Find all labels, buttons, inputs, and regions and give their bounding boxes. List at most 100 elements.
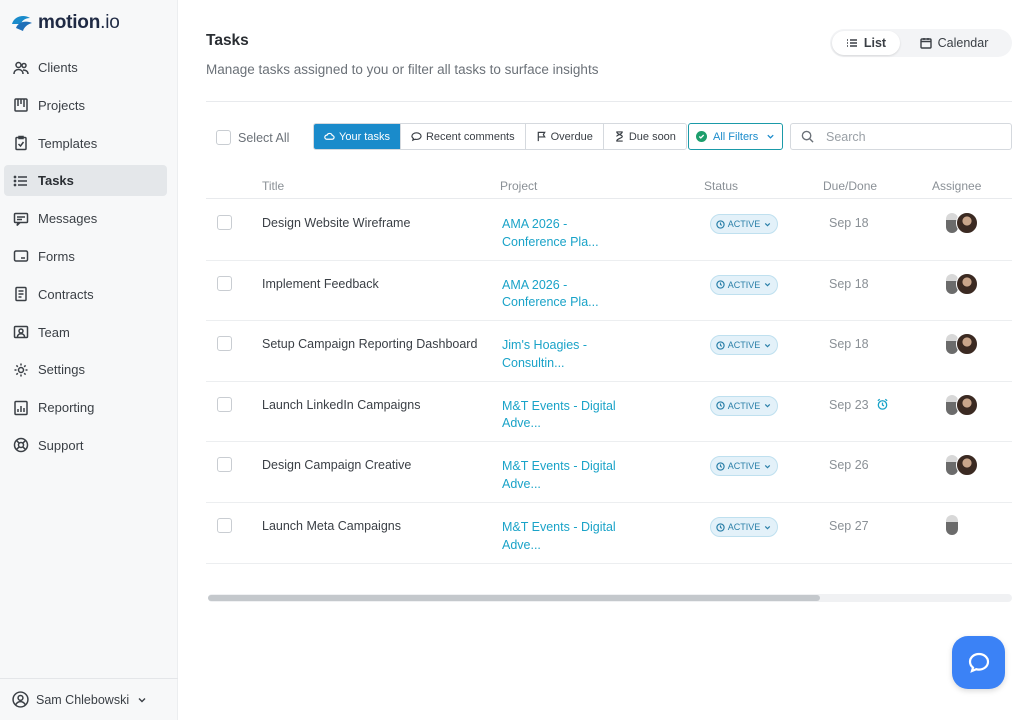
column-assignee[interactable]: Assignee: [932, 179, 981, 193]
horizontal-scrollbar[interactable]: [208, 594, 1012, 602]
sidebar-item-support[interactable]: Support: [4, 430, 167, 461]
status-badge[interactable]: ACTIVE: [710, 274, 778, 295]
sidebar-item-label: Tasks: [38, 173, 74, 189]
clipboard-icon: [12, 134, 30, 152]
column-status[interactable]: Status: [704, 179, 738, 193]
header-divider: [206, 101, 1012, 102]
assignee-avatars[interactable]: [946, 393, 978, 416]
check-circle-icon: [696, 131, 707, 142]
sidebar-item-projects[interactable]: Projects: [4, 90, 167, 121]
project-link[interactable]: Jim's Hoagies - Consultin...: [502, 337, 632, 372]
status-badge[interactable]: ACTIVE: [710, 214, 778, 234]
project-name-line: Adve...: [502, 476, 541, 491]
row-checkbox[interactable]: [217, 336, 232, 352]
chevron-down-icon: [767, 134, 774, 139]
project-link[interactable]: AMA 2026 - Conference Pla...: [502, 216, 632, 251]
row-checkbox[interactable]: [217, 518, 232, 533]
status-badge[interactable]: ACTIVE: [710, 335, 778, 356]
row-checkbox[interactable]: [217, 215, 232, 230]
assignee-avatars[interactable]: [946, 272, 978, 295]
table-row[interactable]: Setup Campaign Reporting Dashboard Jim's …: [206, 321, 1012, 382]
sidebar-item-settings[interactable]: Settings: [4, 354, 167, 385]
clock-icon: [716, 219, 725, 229]
tab-your-tasks[interactable]: Your tasks: [314, 124, 401, 149]
sidebar-item-forms[interactable]: Forms: [4, 241, 167, 272]
project-name-line: Jim's Hoagies -: [502, 338, 588, 353]
forms-icon: [12, 247, 30, 265]
tab-overdue[interactable]: Overdue: [525, 124, 604, 149]
avatar: [956, 212, 978, 234]
task-title[interactable]: Launch LinkedIn Campaigns: [262, 398, 420, 412]
project-name-line: Conference Pla...: [502, 295, 599, 310]
users-icon: [12, 59, 30, 77]
select-all-checkbox[interactable]: [216, 130, 231, 145]
avatar: [956, 454, 978, 477]
tab-recent-comments[interactable]: Recent comments: [400, 124, 526, 149]
sidebar-item-clients[interactable]: Clients: [4, 52, 167, 83]
task-title[interactable]: Design Campaign Creative: [262, 458, 411, 472]
calendar-view-button[interactable]: Calendar: [900, 31, 1008, 55]
task-title[interactable]: Setup Campaign Reporting Dashboard: [262, 337, 477, 351]
calendar-icon: [919, 38, 932, 49]
task-title[interactable]: Implement Feedback: [262, 277, 379, 291]
assignee-avatars[interactable]: [946, 212, 978, 234]
sidebar-item-label: Clients: [38, 60, 78, 75]
sidebar-nav: Clients Projects Templates Tasks Message…: [4, 52, 167, 468]
sidebar-item-contracts[interactable]: Contracts: [4, 279, 167, 310]
column-due[interactable]: Due/Done: [823, 179, 877, 193]
sidebar-item-tasks[interactable]: Tasks: [4, 165, 167, 197]
status-badge[interactable]: ACTIVE: [710, 456, 778, 477]
task-filter-tabs: Your tasks Recent comments Overdue Due s…: [313, 123, 687, 150]
alarm-clock-icon: [877, 399, 888, 411]
assignee-avatars[interactable]: [946, 454, 978, 477]
scrollbar-thumb[interactable]: [208, 595, 820, 601]
row-checkbox[interactable]: [217, 275, 232, 291]
flag-icon: [537, 131, 546, 142]
assignee-avatars[interactable]: [946, 515, 958, 535]
table-row[interactable]: Implement Feedback AMA 2026 - Conference P…: [206, 261, 1012, 322]
sidebar-item-messages[interactable]: Messages: [4, 203, 167, 234]
logo[interactable]: motion.io: [10, 12, 120, 34]
task-title[interactable]: Launch Meta Campaigns: [262, 519, 401, 533]
sidebar-item-templates[interactable]: Templates: [4, 128, 167, 159]
all-filters-dropdown[interactable]: All Filters: [688, 123, 783, 150]
tab-due-soon[interactable]: Due soon: [603, 124, 686, 149]
clock-icon: [716, 280, 725, 289]
column-project[interactable]: Project: [500, 179, 537, 193]
table-row[interactable]: Launch Meta Campaigns M&T Events - Digita…: [206, 503, 1012, 564]
select-all[interactable]: Select All: [216, 130, 289, 145]
status-badge[interactable]: ACTIVE: [710, 395, 778, 416]
sidebar-item-reporting[interactable]: Reporting: [4, 392, 167, 423]
project-name-line: M&T Events - Digital: [502, 398, 616, 413]
project-name-line: AMA 2026 -: [502, 277, 568, 292]
page-title: Tasks: [206, 32, 249, 49]
table-row[interactable]: Design Campaign Creative M&T Events - Dig…: [206, 442, 1012, 503]
hourglass-icon: [615, 131, 623, 142]
clock-icon: [716, 462, 725, 471]
due-date: Sep 26: [829, 458, 869, 473]
sidebar-item-team[interactable]: Team: [4, 317, 167, 348]
user-menu[interactable]: Sam Chlebowski: [0, 678, 178, 720]
table-row[interactable]: Launch LinkedIn Campaigns M&T Events - Di…: [206, 382, 1012, 443]
table-row[interactable]: Design Website Wireframe AMA 2026 - Confer…: [206, 200, 1012, 261]
main-content: Tasks Manage tasks assigned to you or fi…: [178, 0, 1032, 720]
assignee-avatars[interactable]: [946, 333, 978, 356]
avatar: [946, 515, 958, 535]
list-icon: [846, 39, 857, 47]
status-badge[interactable]: ACTIVE: [710, 517, 778, 537]
chat-button[interactable]: [952, 636, 1005, 689]
row-checkbox[interactable]: [217, 457, 232, 473]
row-checkbox[interactable]: [217, 396, 232, 412]
search-input[interactable]: Search: [790, 123, 1012, 150]
task-title[interactable]: Design Website Wireframe: [262, 216, 410, 230]
sidebar-item-label: Team: [38, 324, 70, 340]
task-toolbar: Select All Your tasks Recent comments Ov…: [178, 123, 1032, 150]
list-view-button[interactable]: List: [832, 31, 900, 55]
clock-icon: [716, 401, 725, 410]
project-link[interactable]: M&T Events - Digital Adve...: [502, 519, 632, 554]
project-link[interactable]: M&T Events - Digital Adve...: [502, 458, 632, 493]
project-link[interactable]: AMA 2026 - Conference Pla...: [502, 277, 632, 312]
sidebar-item-label: Support: [38, 437, 84, 453]
project-link[interactable]: M&T Events - Digital Adve...: [502, 398, 632, 433]
column-title[interactable]: Title: [262, 179, 284, 193]
